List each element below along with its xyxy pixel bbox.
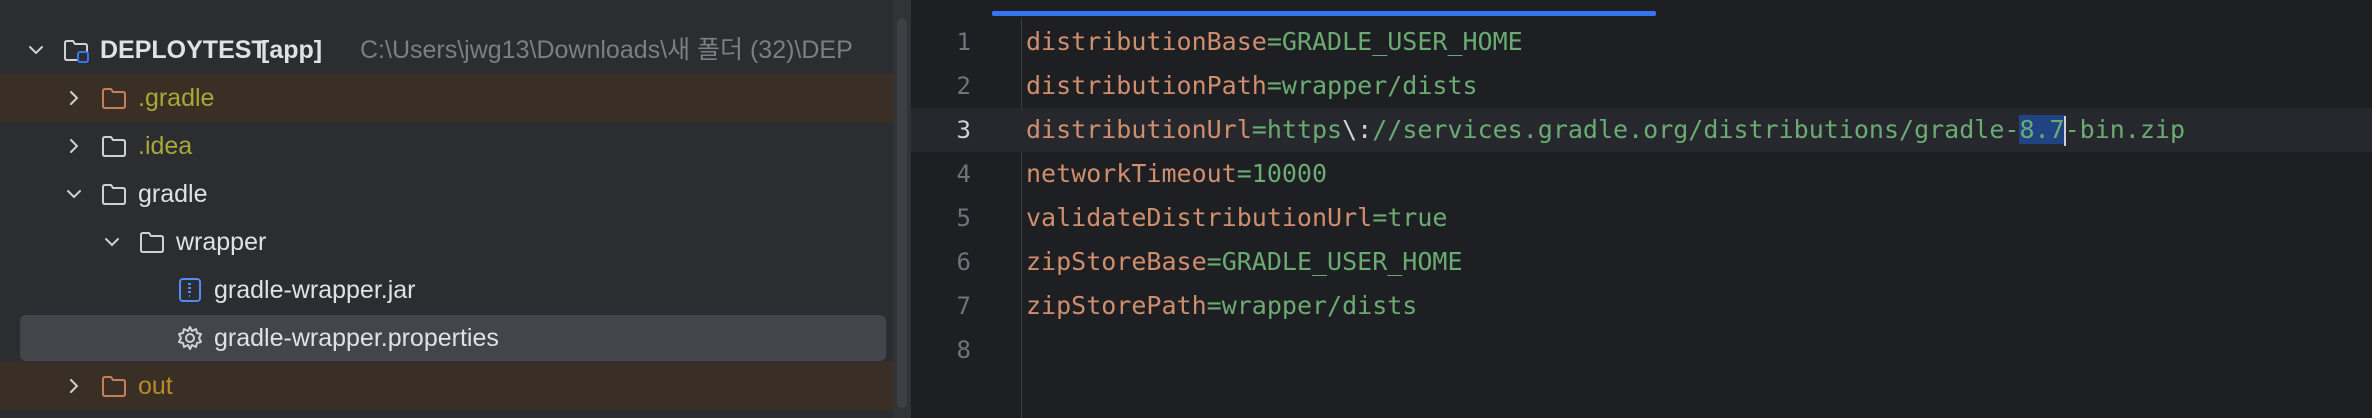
module-label: [app] [261,36,323,64]
code-text[interactable]: distributionPath=wrapper/dists [1026,64,1478,108]
line-number: 4 [956,160,971,188]
tree-item-out[interactable]: out [0,362,893,410]
property-key: distributionPath [1026,71,1267,100]
tree-scrollbar[interactable] [897,18,907,408]
tree-item-gradle[interactable]: gradle [0,170,893,218]
chevron-right-icon[interactable] [64,88,84,108]
project-tool-window: DEPLOYTEST [app] C:\Users\jwg13\Download… [0,0,893,418]
project-name: DEPLOYTEST [100,36,267,64]
code-text[interactable]: networkTimeout=10000 [1026,152,1327,196]
equals-sign: = [1236,159,1252,188]
line-number: 5 [956,204,971,232]
chevron-down-icon[interactable] [64,184,84,204]
property-key: zipStorePath [1026,291,1207,320]
archive-file-icon [179,278,201,302]
code-line[interactable]: 7 zipStorePath=wrapper/dists [911,284,2372,328]
code-text[interactable]: zipStoreBase=GRADLE_USER_HOME [1026,240,1463,284]
code-line[interactable]: 2 distributionPath=wrapper/dists [911,64,2372,108]
folder-icon [140,232,164,253]
folder-icon [102,136,126,157]
module-folder-icon [64,40,89,63]
tree-item-label: .gradle [138,84,215,112]
line-number: 8 [956,336,971,364]
property-key: validateDistributionUrl [1026,203,1373,232]
code-text[interactable]: validateDistributionUrl=true [1026,196,1447,240]
tree-item-label: .idea [138,132,193,160]
code-text[interactable]: distributionBase=GRADLE_USER_HOME [1026,20,1523,64]
tree-item-idea[interactable]: .idea [0,122,893,170]
code-line[interactable]: 6 zipStoreBase=GRADLE_USER_HOME [911,240,2372,284]
property-value: wrapper/dists [1221,291,1418,320]
property-value: wrapper/dists [1281,71,1478,100]
chevron-down-icon[interactable] [102,232,122,252]
escape-sequence: \: [1342,115,1373,144]
line-number: 3 [956,116,971,144]
tree-row-root[interactable]: DEPLOYTEST [app] C:\Users\jwg13\Download… [0,26,893,74]
tree-item-label: gradle-wrapper.properties [214,324,499,352]
folder-icon [102,184,126,205]
property-key: distributionBase [1026,27,1267,56]
excluded-folder-icon [102,376,126,397]
chevron-down-icon[interactable] [26,40,46,60]
code-text[interactable]: distributionUrl=https\://services.gradle… [1026,108,2185,152]
selected-text[interactable]: 8.7 [2019,115,2065,144]
property-value: GRADLE_USER_HOME [1221,247,1463,276]
tree-item-gradle-cache[interactable]: .gradle [0,74,893,122]
project-path: C:\Users\jwg13\Downloads\새 폴더 (32)\DEP [360,36,853,64]
equals-sign: = [1266,71,1282,100]
code-editor[interactable]: 1 distributionBase=GRADLE_USER_HOME 2 di… [911,0,2372,418]
settings-gear-icon [178,326,202,350]
line-number: 1 [956,28,971,56]
tree-item-label: gradle [138,180,208,208]
tree-item-label: gradle-wrapper.jar [214,276,416,304]
property-key: distributionUrl [1026,115,1252,144]
code-text[interactable]: zipStorePath=wrapper/dists [1026,284,1417,328]
property-value: true [1387,203,1448,232]
chevron-right-icon[interactable] [64,136,84,156]
equals-sign: = [1266,27,1282,56]
code-line-current[interactable]: 3 distributionUrl=https\://services.grad… [911,108,2372,152]
tree-item-wrapper-properties[interactable]: gradle-wrapper.properties [0,314,893,362]
line-number: 2 [956,72,971,100]
code-line[interactable]: 5 validateDistributionUrl=true [911,196,2372,240]
property-value: 10000 [1251,159,1328,188]
tree-item-label: out [138,372,173,400]
code-line[interactable]: 1 distributionBase=GRADLE_USER_HOME [911,20,2372,64]
property-value-suffix: -bin.zip [2064,115,2186,144]
tree-item-wrapper[interactable]: wrapper [0,218,893,266]
property-key: zipStoreBase [1026,247,1207,276]
equals-sign: = [1206,291,1222,320]
excluded-folder-icon [102,88,126,109]
property-value: GRADLE_USER_HOME [1281,27,1523,56]
equals-sign: = [1206,247,1222,276]
tree-item-wrapper-jar[interactable]: gradle-wrapper.jar [0,266,893,314]
property-value-middle: //services.gradle.org/distributions/grad… [1372,115,2020,144]
code-line[interactable]: 4 networkTimeout=10000 [911,152,2372,196]
line-number: 7 [956,292,971,320]
code-line[interactable]: 8 [911,328,2372,372]
property-value-prefix: https [1266,115,1343,144]
active-tab-indicator [992,11,1656,16]
panel-splitter[interactable] [893,0,911,418]
line-number: 6 [956,248,971,276]
chevron-right-icon[interactable] [64,376,84,396]
equals-sign: = [1372,203,1388,232]
equals-sign: = [1251,115,1267,144]
tree-item-label: wrapper [176,228,267,256]
property-key: networkTimeout [1026,159,1237,188]
